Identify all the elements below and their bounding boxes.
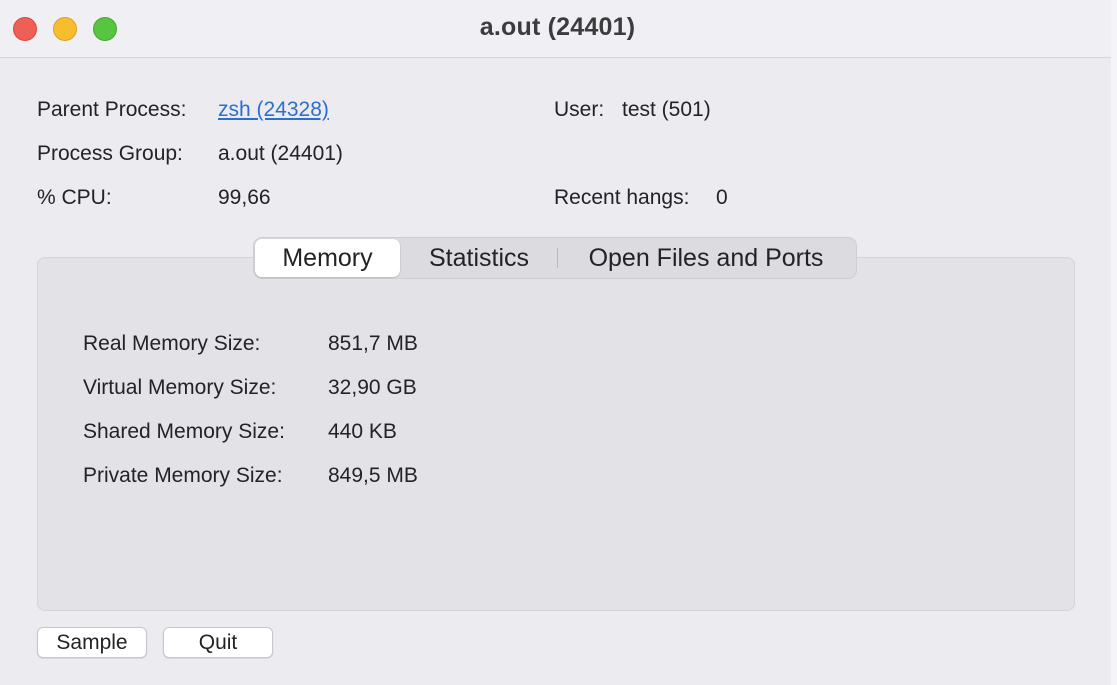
real-memory-label: Real Memory Size:: [83, 332, 261, 355]
tab-divider: [557, 248, 558, 268]
user-label: User:: [554, 98, 605, 121]
user-value: test (501): [622, 98, 711, 121]
tab-bar: Memory Statistics Open Files and Ports: [253, 237, 857, 279]
sample-button[interactable]: Sample: [37, 627, 147, 658]
cpu-label: % CPU:: [37, 186, 112, 209]
shared-memory-value: 440 KB: [328, 420, 397, 443]
tab-memory[interactable]: Memory: [255, 239, 400, 277]
quit-button[interactable]: Quit: [163, 627, 273, 658]
recent-hangs-value: 0: [716, 186, 728, 209]
parent-process-label: Parent Process:: [37, 98, 187, 121]
process-info-window: a.out (24401) Parent Process: zsh (24328…: [0, 0, 1116, 685]
shared-memory-label: Shared Memory Size:: [83, 420, 285, 443]
real-memory-value: 851,7 MB: [328, 332, 418, 355]
recent-hangs-label: Recent hangs:: [554, 186, 690, 209]
background-window-edge: [1111, 0, 1117, 685]
title-bar[interactable]: a.out (24401): [0, 0, 1115, 58]
window-title: a.out (24401): [479, 13, 636, 41]
process-group-value: a.out (24401): [218, 142, 343, 165]
process-group-label: Process Group:: [37, 142, 183, 165]
private-memory-label: Private Memory Size:: [83, 464, 283, 487]
tab-statistics[interactable]: Statistics: [404, 238, 554, 278]
parent-process-link[interactable]: zsh (24328): [218, 98, 329, 122]
tab-open-files-and-ports[interactable]: Open Files and Ports: [560, 238, 852, 278]
private-memory-value: 849,5 MB: [328, 464, 418, 487]
virtual-memory-label: Virtual Memory Size:: [83, 376, 277, 399]
virtual-memory-value: 32,90 GB: [328, 376, 417, 399]
cpu-value: 99,66: [218, 186, 271, 209]
